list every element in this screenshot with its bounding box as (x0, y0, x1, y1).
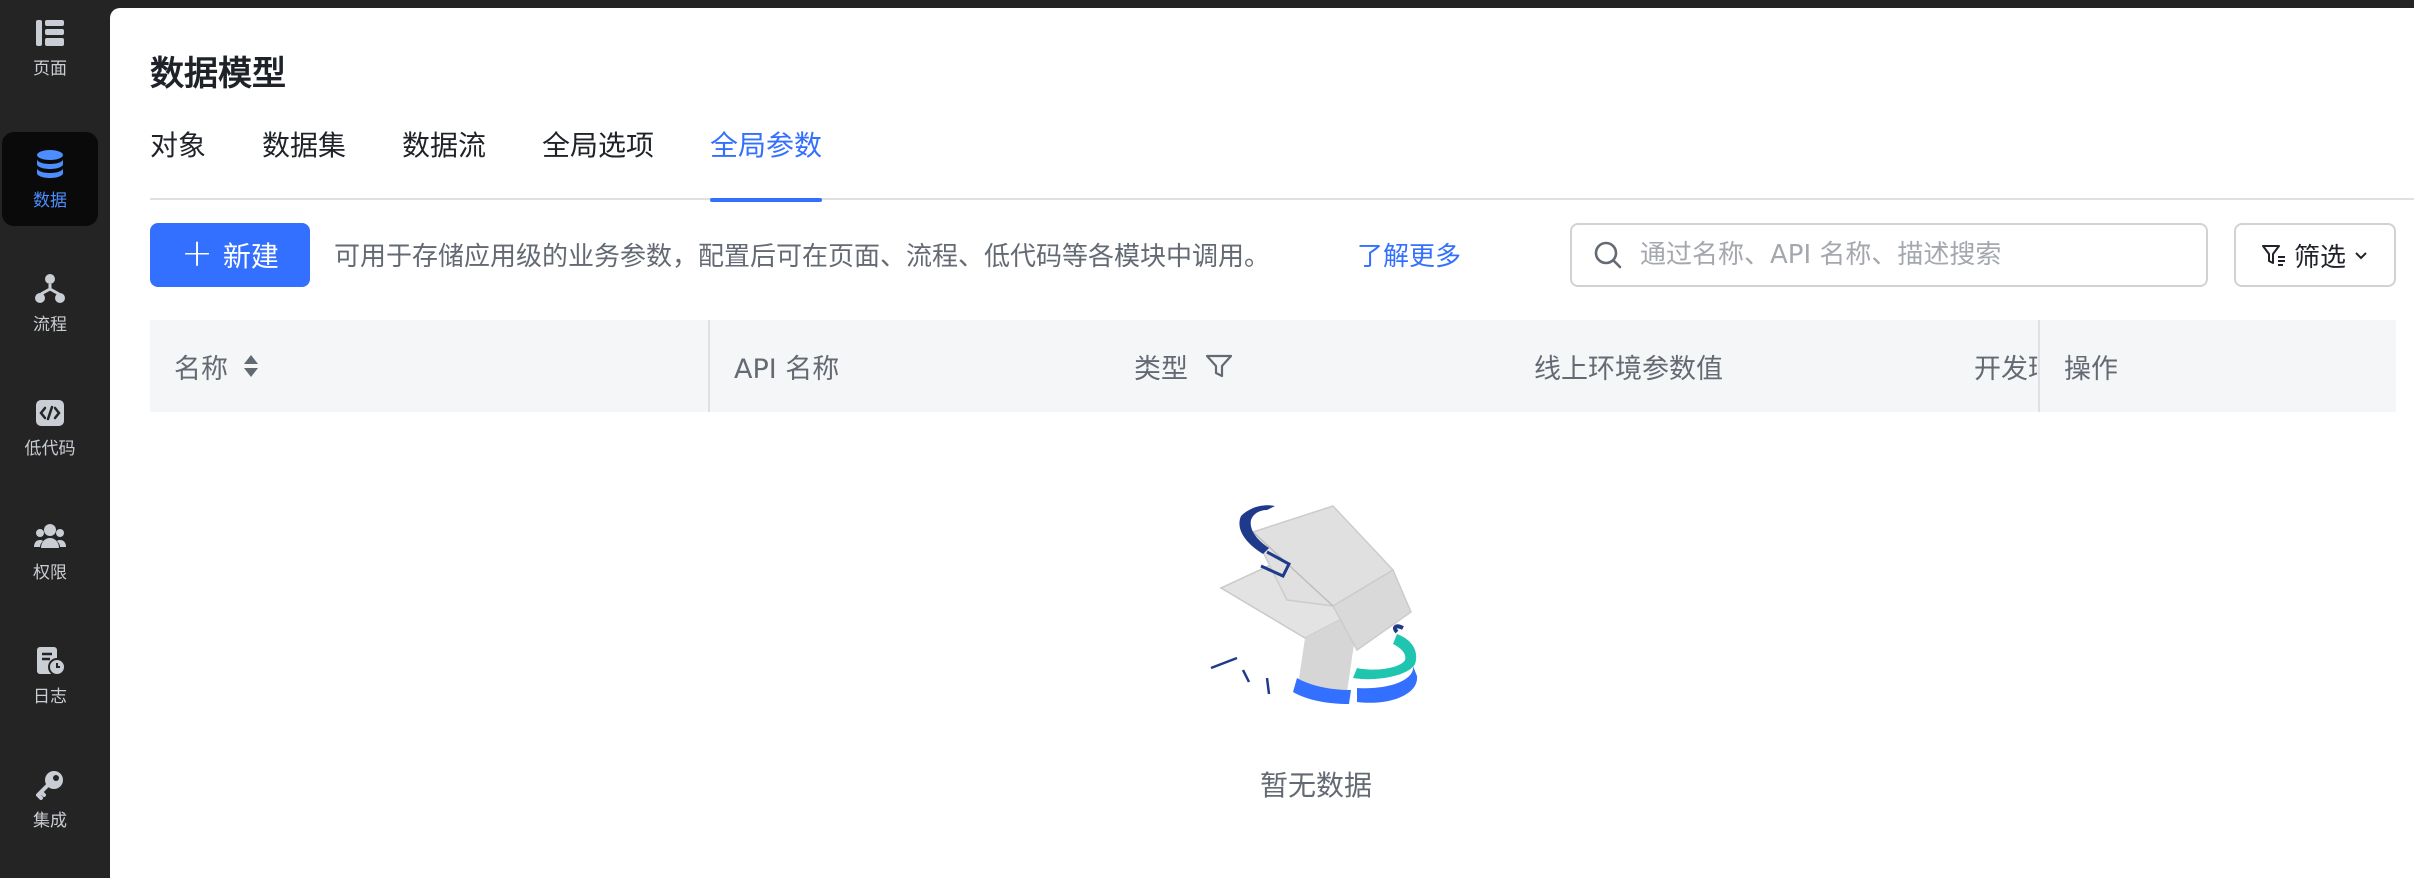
column-header-online-value: 线上环境参数值 (1534, 353, 1723, 385)
sidebar-item-label: 低代码 (24, 439, 76, 459)
search-icon (1594, 241, 1622, 269)
page-title: 数据模型 (150, 54, 286, 94)
main-panel: 数据模型 对象 数据集 数据流 全局选项 全局参数 + 新建 可用于存储应用级的… (110, 8, 2414, 878)
table-header: 名称 API 名称 类型 线上环境参数值 开发环 操作 (150, 320, 2396, 412)
column-header-label: 类型 (1134, 353, 1188, 385)
search-input[interactable] (1640, 240, 2206, 270)
tab-global-options[interactable]: 全局选项 (542, 124, 654, 200)
log-clock-icon (32, 643, 68, 679)
column-header-type: 类型 (1134, 320, 1234, 412)
description-text: 可用于存储应用级的业务参数，配置后可在页面、流程、低代码等各模块中调用。 (334, 242, 1271, 272)
sidebar-item-lowcode[interactable]: 低代码 (2, 380, 98, 474)
tab-objects[interactable]: 对象 (150, 124, 206, 200)
search-box[interactable] (1570, 223, 2208, 287)
database-icon (32, 147, 68, 183)
sidebar-item-label: 流程 (33, 315, 67, 335)
flow-icon (32, 271, 68, 307)
sidebar: 页面 数据 流程 低代码 权限 日志 集成 (0, 0, 110, 878)
tab-global-parameters[interactable]: 全局参数 (710, 124, 823, 202)
sort-icon[interactable] (242, 351, 260, 381)
new-button-label: 新建 (222, 240, 279, 273)
column-divider[interactable] (708, 320, 710, 412)
sidebar-item-label: 数据 (33, 191, 67, 211)
column-header-name[interactable]: 名称 (174, 320, 260, 412)
sidebar-item-label: 集成 (33, 811, 67, 831)
column-clip: 开发环 (1974, 320, 2038, 412)
filter-icon (2261, 245, 2285, 266)
column-header-label: 名称 (174, 353, 228, 385)
sidebar-item-pages[interactable]: 页面 (2, 0, 98, 94)
operations-column: 操作 (2040, 320, 2396, 412)
sidebar-item-log[interactable]: 日志 (2, 628, 98, 722)
filter-icon[interactable] (1204, 351, 1234, 381)
tab-dataflows[interactable]: 数据流 (402, 124, 486, 200)
sidebar-item-data[interactable]: 数据 (2, 132, 98, 226)
sidebar-item-label: 页面 (33, 59, 67, 79)
filter-label: 筛选 (2293, 242, 2346, 273)
sidebar-item-permissions[interactable]: 权限 (2, 504, 98, 598)
learn-more-link[interactable]: 了解更多 (1357, 240, 1461, 274)
tab-datasets[interactable]: 数据集 (262, 124, 346, 200)
column-header-operations: 操作 (2064, 353, 2118, 385)
sidebar-item-label: 日志 (33, 687, 67, 707)
key-icon (32, 767, 68, 803)
empty-state-illustration (1210, 505, 1418, 704)
page-layout-icon (32, 15, 68, 51)
plus-icon: + (181, 231, 213, 275)
tab-bar: 对象 数据集 数据流 全局选项 全局参数 (150, 124, 2414, 202)
filter-button[interactable]: 筛选 (2234, 223, 2396, 287)
sidebar-item-label: 权限 (33, 563, 67, 583)
code-icon (32, 395, 68, 431)
empty-state-text: 暂无数据 (1259, 769, 1372, 802)
chevron-down-icon (2355, 252, 2367, 260)
column-header-api-name: API 名称 (734, 353, 840, 385)
new-button[interactable]: + 新建 (150, 223, 310, 287)
sidebar-item-flow[interactable]: 流程 (2, 256, 98, 350)
column-header-dev-value: 开发环 (1974, 353, 2038, 385)
sidebar-item-integration[interactable]: 集成 (2, 752, 98, 846)
users-icon (32, 519, 68, 555)
